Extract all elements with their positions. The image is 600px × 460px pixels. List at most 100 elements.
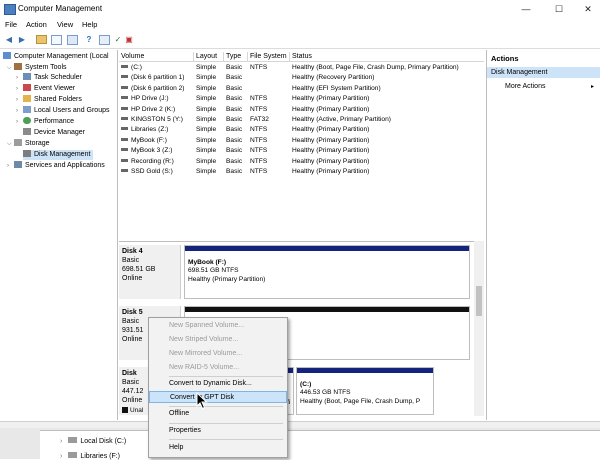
col-volume-header[interactable]: Volume <box>119 52 194 62</box>
col-layout-header[interactable]: Layout <box>194 52 224 62</box>
close-button[interactable]: ✕ <box>576 2 600 16</box>
explorer-tree: › Local Disk (C:) › Libraries (F:) <box>40 430 600 460</box>
expand-icon[interactable]: › <box>16 73 23 83</box>
cell-text: Healthy (Primary Partition) <box>292 147 370 155</box>
show-hide-tree-icon[interactable] <box>51 35 62 45</box>
volume-row[interactable]: HP Drive 2 (K:) Simple Basic NTFS Healthy (P… <box>119 105 484 115</box>
disk-4-partition-mybook[interactable]: MyBook (F:) 698.51 GB NTFS Healthy (Prim… <box>184 245 470 299</box>
volume-row[interactable]: SSD Gold (S:) Simple Basic NTFS Healthy (Pri… <box>119 167 484 177</box>
partition-detail: 446.53 GB NTFS <box>300 389 351 396</box>
menu-convert-gpt[interactable]: Convert to GPT Disk <box>149 391 287 403</box>
expand-icon[interactable]: › <box>16 106 23 116</box>
tree-shared-folders[interactable]: › Shared Folders <box>16 95 82 105</box>
disk-4-state: Online <box>122 275 143 282</box>
more-actions-link[interactable]: More Actions <box>505 83 545 90</box>
menu-help[interactable]: Help <box>149 442 287 454</box>
menu-properties[interactable]: Properties <box>149 425 287 437</box>
col-type-header[interactable]: Type <box>224 52 248 62</box>
cell-text: Simple <box>196 95 217 103</box>
expand-icon[interactable]: › <box>16 95 23 105</box>
cell-text: NTFS <box>250 64 268 71</box>
disk-4-label[interactable]: Disk 4 Basic 698.51 GB Online <box>119 245 181 299</box>
volume-name-cell: (Disk 6 partition 2) <box>121 84 185 94</box>
tree-task-scheduler[interactable]: › Task Scheduler <box>16 73 82 83</box>
properties-icon[interactable] <box>67 35 78 45</box>
menu-convert-dynamic[interactable]: Convert to Dynamic Disk... <box>149 378 287 390</box>
help-icon[interactable]: ? <box>84 35 94 44</box>
menu-action[interactable]: Action <box>26 20 47 29</box>
tree-services[interactable]: › Services and Applications <box>7 161 105 171</box>
layout-cell: Simple <box>196 94 216 104</box>
cell-text: Simple <box>196 126 217 134</box>
minimize-button[interactable]: — <box>514 2 538 16</box>
cell-text: Healthy (Primary Partition) <box>292 105 370 113</box>
cell-text: Healthy (Primary Partition) <box>292 168 370 175</box>
collapse-icon[interactable]: ⌵ <box>7 139 14 149</box>
col-filesystem-header[interactable]: File System <box>248 52 290 62</box>
volume-row[interactable]: Recording (R:) Simple Basic NTFS Healthy (Pr… <box>119 157 484 167</box>
menu-file[interactable]: File <box>5 20 17 29</box>
tree-root[interactable]: Computer Management (Local <box>3 52 109 62</box>
disk-6-partition-c[interactable]: (C:) 446.53 GB NTFS Healthy (Boot, Page … <box>296 367 434 415</box>
volume-row[interactable]: (Disk 6 partition 1) Simple Basic Healthy (… <box>119 73 484 83</box>
volume-row[interactable]: (Disk 6 partition 2) Simple Basic Healthy (… <box>119 84 484 94</box>
status-cell: Healthy (Primary Partition) <box>292 146 369 156</box>
cell-text: Healthy (Primary Partition) <box>292 136 370 144</box>
tree-storage[interactable]: ⌵ Storage <box>7 139 50 149</box>
status-cell: Healthy (Primary Partition) <box>292 105 369 115</box>
up-folder-icon[interactable] <box>36 35 47 44</box>
partition-status: Healthy (Boot, Page File, Crash Dump, P <box>300 398 421 405</box>
scrollbar-thumb[interactable] <box>476 286 482 316</box>
volume-row[interactable]: Libraries (Z:) Simple Basic NTFS Healthy (Pr… <box>119 125 484 135</box>
cell-text: Libraries (Z:) <box>131 126 169 134</box>
forward-icon[interactable]: ▶ <box>17 35 27 44</box>
actions-disk-management[interactable]: Disk Management <box>487 67 600 78</box>
partition-bar <box>185 246 469 251</box>
explorer-item-local-disk[interactable]: › Local Disk (C:) <box>60 437 126 445</box>
volume-icon <box>121 169 128 172</box>
expand-icon[interactable]: › <box>7 161 14 171</box>
expand-icon[interactable]: › <box>16 117 23 127</box>
back-icon[interactable]: ◀ <box>4 35 14 44</box>
disk-view-scrollbar[interactable] <box>474 241 484 416</box>
layout-cell: Simple <box>196 73 216 83</box>
volume-name-cell: (Disk 6 partition 1) <box>121 73 185 83</box>
expand-icon[interactable]: › <box>60 438 62 445</box>
cell-text: Simple <box>196 84 217 92</box>
volume-row[interactable]: HP Drive (J:) Simple Basic NTFS Healthy (Pri… <box>119 94 484 104</box>
layout-cell: Simple <box>196 125 216 135</box>
tree-system-tools[interactable]: ⌵ System Tools <box>7 63 67 73</box>
cell-text: Healthy (Primary Partition) <box>292 95 370 103</box>
settings-icon[interactable]: ▣ <box>124 35 134 44</box>
maximize-button[interactable]: ☐ <box>547 2 571 16</box>
tree-device-manager[interactable]: Device Manager <box>23 128 85 138</box>
tree-disk-management[interactable]: Disk Management <box>23 150 94 160</box>
volume-row[interactable]: (C:) Simple Basic NTFS Healthy (Boot, Page F… <box>119 63 484 73</box>
menu-new-striped-volume: New Striped Volume... <box>169 336 239 343</box>
col-status-header[interactable]: Status <box>290 52 484 62</box>
menu-view[interactable]: View <box>57 20 73 29</box>
volume-row[interactable]: MyBook (F:) Simple Basic NTFS Healthy (Prima… <box>119 136 484 146</box>
unallocated-swatch <box>122 407 128 413</box>
menu-help[interactable]: Help <box>82 20 97 29</box>
volume-icon <box>121 158 128 162</box>
filesystem-cell: NTFS <box>250 94 267 104</box>
menu-offline[interactable]: Offline <box>149 408 287 420</box>
cell-text: Basic <box>226 105 243 113</box>
volume-row[interactable]: KINGSTON 5 (Y:) Simple Basic FAT32 Healthy (… <box>119 115 484 125</box>
tree-local-users[interactable]: › Local Users and Groups <box>16 106 109 116</box>
status-cell: Healthy (EFI System Partition) <box>292 84 381 94</box>
layout-cell: Simple <box>196 167 216 177</box>
collapse-icon[interactable]: ⌵ <box>7 63 14 73</box>
filesystem-cell: FAT32 <box>250 115 269 125</box>
expand-icon[interactable]: › <box>16 84 23 94</box>
volume-name-cell: SSD Gold (S:) <box>121 167 173 177</box>
connect-icon[interactable] <box>99 35 110 45</box>
tree-performance[interactable]: › Performance <box>16 117 74 127</box>
check-icon[interactable]: ✓ <box>113 35 123 44</box>
filesystem-cell: NTFS <box>250 63 267 73</box>
title-bar: Computer Management — ☐ ✕ <box>0 0 600 18</box>
tree-event-viewer[interactable]: › Event Viewer <box>16 84 75 94</box>
status-cell: Healthy (Boot, Page File, Crash Dump, Pr… <box>292 63 459 73</box>
volume-row[interactable]: MyBook 3 (Z:) Simple Basic NTFS Healthy (Pri… <box>119 146 484 156</box>
